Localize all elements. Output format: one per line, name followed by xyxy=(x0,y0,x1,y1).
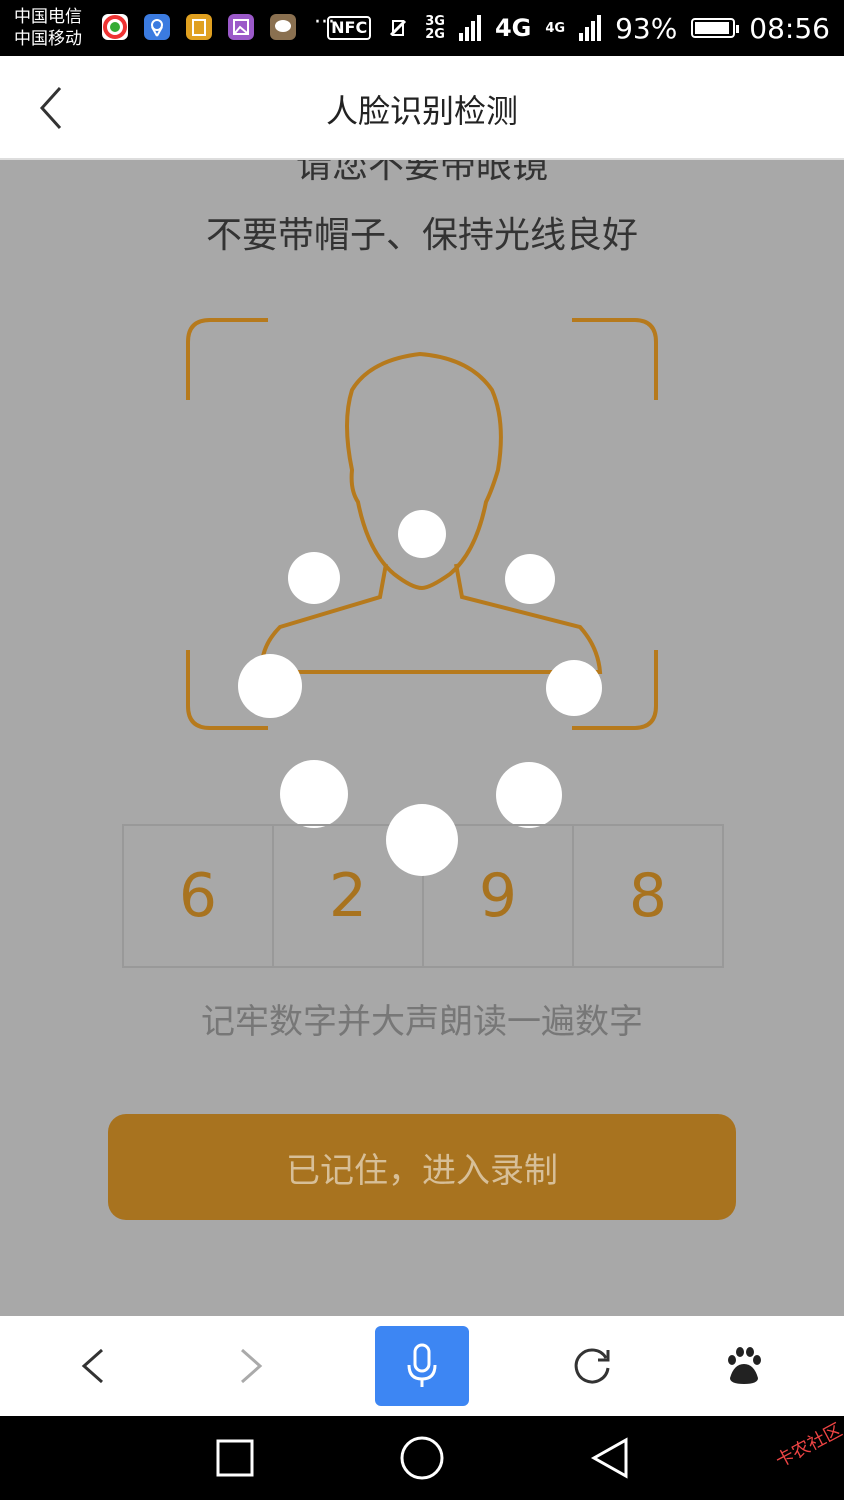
net-2g-label: 2G xyxy=(425,27,445,42)
tracking-dot xyxy=(496,762,562,828)
home-button[interactable] xyxy=(377,1416,467,1500)
carrier-2: 中国移动 xyxy=(14,29,82,49)
clock: 08:56 xyxy=(749,11,830,45)
voice-search-button[interactable] xyxy=(375,1326,469,1406)
back-icon xyxy=(81,1348,103,1384)
frame-corner-tl xyxy=(186,318,268,400)
mic-icon xyxy=(407,1343,437,1387)
face-detection-content: 请您不要带眼镜 不要带帽子、保持光线良好 6 2 9 8 记牢数字并大声朗读一遍… xyxy=(0,160,844,1316)
tracking-dot xyxy=(386,804,458,876)
browser-forward-button[interactable] xyxy=(200,1316,300,1416)
forward-icon xyxy=(241,1348,263,1384)
signal-2-icon xyxy=(579,15,602,41)
map-pin-icon xyxy=(144,14,170,40)
start-recording-button[interactable]: 已记住，进入录制 xyxy=(108,1114,736,1220)
tracking-dot xyxy=(398,510,446,558)
browser-toolbar xyxy=(0,1316,844,1416)
system-nav-bar xyxy=(0,1416,844,1500)
battery-percent: 93% xyxy=(615,11,678,45)
read-aloud-hint: 记牢数字并大声朗读一遍数字 xyxy=(201,1002,643,1042)
baidu-home-button[interactable] xyxy=(694,1316,794,1416)
net-type-3g2g: 3G 2G xyxy=(425,15,445,41)
net-4g-label: 4G xyxy=(494,14,532,42)
carrier-1: 中国电信 xyxy=(14,7,82,27)
carrier-labels: 中国电信 中国移动 xyxy=(14,6,82,50)
nfc-icon: NFC xyxy=(327,16,372,40)
tracking-dot xyxy=(288,552,340,604)
clipboard-icon xyxy=(186,14,212,40)
baidu-paw-icon xyxy=(728,1347,761,1384)
recent-apps-button[interactable] xyxy=(190,1416,280,1500)
app-icon-multicolor xyxy=(102,14,128,40)
triangle-back-icon xyxy=(590,1437,628,1479)
tracking-dot xyxy=(546,660,602,716)
tracking-dot xyxy=(280,760,348,828)
tip-no-glasses: 请您不要带眼镜 xyxy=(295,160,548,186)
tracking-dot xyxy=(238,654,302,718)
battery-icon xyxy=(691,18,740,38)
tip-no-hat-lighting: 不要带帽子、保持光线良好 xyxy=(205,215,638,256)
net-4g-small-label: 4G xyxy=(545,20,566,36)
gallery-icon xyxy=(228,14,254,40)
status-right: NFC 3G 2G 4G 4G 93% 08:56 xyxy=(327,10,830,46)
square-recent-icon xyxy=(216,1439,254,1477)
title-bar: 人脸识别检测 xyxy=(0,56,844,160)
vibrate-mute-icon xyxy=(390,19,407,37)
tracking-dot xyxy=(505,554,555,604)
refresh-icon xyxy=(574,1348,610,1384)
system-back-button[interactable] xyxy=(565,1416,655,1500)
circle-home-icon xyxy=(400,1436,444,1480)
code-digit: 8 xyxy=(628,861,668,931)
status-bar: 中国电信 中国移动 ··· NFC 3G 2G 4G 4G 93% 08:56 xyxy=(0,0,844,56)
refresh-button[interactable] xyxy=(542,1316,642,1416)
browser-back-button[interactable] xyxy=(44,1316,144,1416)
chat-icon xyxy=(270,14,296,40)
frame-corner-tr xyxy=(572,318,658,400)
code-digit: 6 xyxy=(124,826,274,966)
page-title: 人脸识别检测 xyxy=(325,92,518,130)
signal-1-icon xyxy=(458,15,481,41)
